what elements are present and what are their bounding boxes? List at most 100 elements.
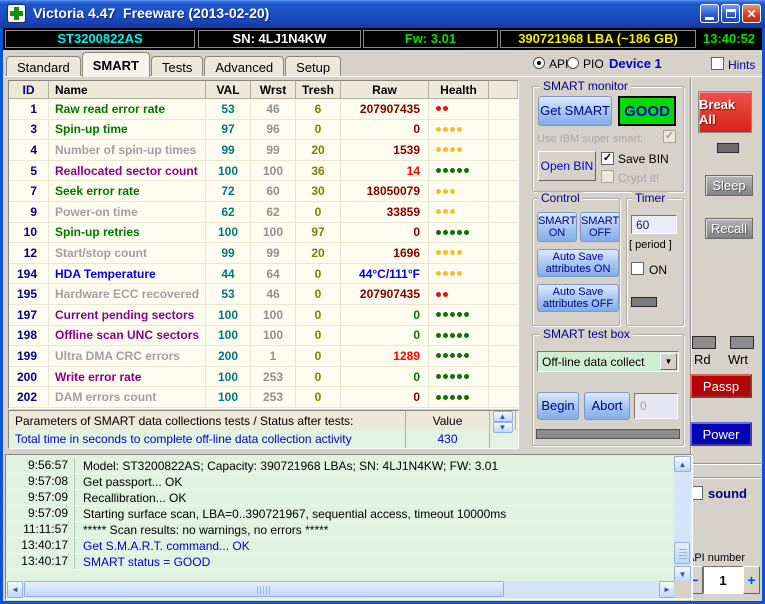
autosave-on-button[interactable]: Auto Save attributes ON (537, 249, 619, 277)
attr-wrst: 99 (251, 243, 296, 264)
log-row: 11:11:57 ***** Scan results: no warnings,… (7, 522, 673, 538)
log-scroll-left-icon[interactable]: ◄ (7, 581, 23, 598)
test-select[interactable]: Off-line data collect ▼ (537, 351, 679, 372)
smart-off-button[interactable]: SMART OFF (580, 212, 620, 242)
smart-attribute-row[interactable]: 198 Offline scan UNC sectors 100 100 0 0 (9, 325, 518, 347)
break-all-button[interactable]: Break All (698, 91, 752, 133)
save-bin-checkbox[interactable]: ✓ (601, 152, 614, 165)
tab-setup[interactable]: Setup (285, 56, 342, 77)
attr-health (429, 366, 489, 388)
attr-tresh: 0 (296, 325, 341, 347)
params-scroll-up-icon[interactable]: ▲ (492, 411, 513, 422)
attr-health (429, 99, 489, 120)
log-scroll-right-icon[interactable]: ► (659, 581, 675, 598)
smart-attribute-row[interactable]: 12 Start/stop count 99 99 20 1696 (9, 243, 518, 264)
smart-attribute-row[interactable]: 9 Power-on time 62 62 0 33859 (9, 201, 518, 223)
health-dot (443, 168, 448, 174)
smart-attribute-row[interactable]: 194 HDA Temperature 44 64 0 44°C/111°F (9, 263, 518, 285)
smart-attribute-row[interactable]: 5 Reallocated sector count 100 100 36 14 (9, 160, 518, 182)
smart-attribute-row[interactable]: 1 Raw read error rate 53 46 6 207907435 (9, 99, 518, 120)
health-dot (443, 291, 448, 297)
log-scroll-down-icon[interactable]: ▼ (674, 566, 691, 582)
attr-raw: 1289 (341, 346, 429, 367)
attr-name: Write error rate (49, 366, 206, 388)
smart-attribute-row[interactable]: 7 Seek error rate 72 60 30 18050079 (9, 181, 518, 202)
params-scroll-down-icon[interactable]: ▼ (492, 422, 513, 433)
attr-id: 5 (9, 160, 49, 182)
attr-id: 4 (9, 140, 49, 161)
pio-radio[interactable] (567, 57, 579, 69)
params-value-row[interactable]: Total time in seconds to complete off-li… (9, 430, 518, 448)
attr-tresh: 97 (296, 222, 341, 244)
smart-attribute-row[interactable]: 4 Number of spin-up times 99 99 20 1539 (9, 140, 518, 161)
health-dot (450, 374, 455, 380)
health-dot (443, 126, 448, 132)
attr-id: 200 (9, 366, 49, 388)
close-button[interactable]: ✕ (742, 4, 761, 23)
timer-title: Timer (632, 192, 669, 204)
health-dot (450, 147, 455, 153)
attr-id: 1 (9, 99, 49, 120)
panel-divider-2 (691, 477, 761, 478)
autosave-off-button[interactable]: Auto Save attributes OFF (537, 284, 619, 312)
smart-attribute-row[interactable]: 10 Spin-up retries 100 100 97 0 (9, 222, 518, 244)
api-radio[interactable] (533, 57, 545, 69)
abort-button[interactable]: Abort (584, 392, 630, 420)
attr-filler (489, 181, 518, 202)
log-horizontal-scrollbar[interactable]: ◄ ► (7, 581, 675, 598)
smart-attribute-row[interactable]: 197 Current pending sectors 100 100 0 0 (9, 304, 518, 326)
get-smart-button[interactable]: Get SMART (538, 96, 612, 126)
tab-smart[interactable]: SMART (81, 52, 150, 77)
attr-name: Power-on time (49, 201, 206, 223)
log-vscroll-thumb[interactable] (674, 542, 690, 564)
tab-tests[interactable]: Tests (150, 56, 204, 77)
attr-health (429, 181, 489, 202)
minimize-button[interactable] (700, 4, 719, 23)
passp-button[interactable]: Passp (690, 374, 752, 398)
health-dot (436, 188, 441, 194)
attr-filler (489, 387, 518, 408)
health-dot (450, 188, 455, 194)
header-filler (489, 81, 518, 99)
attr-wrst: 96 (251, 119, 296, 141)
save-bin-label: Save BIN (618, 152, 669, 166)
attr-wrst: 100 (251, 325, 296, 347)
sleep-button[interactable]: Sleep (705, 175, 753, 196)
smart-attribute-row[interactable]: 199 Ultra DMA CRC errors 200 1 0 1289 (9, 346, 518, 367)
api-number-plus-button[interactable]: + (743, 566, 760, 594)
dropdown-arrow-icon[interactable]: ▼ (660, 353, 677, 370)
header-id: ID (9, 81, 49, 99)
tab-standard[interactable]: Standard (6, 56, 81, 77)
health-dot (464, 229, 469, 235)
attr-val: 72 (206, 181, 251, 202)
timer-period-input[interactable]: 60 (631, 215, 677, 234)
header-health: Health (429, 81, 489, 99)
log-row: 13:40:17 Get S.M.A.R.T. command... OK (7, 538, 673, 554)
log-scroll-up-icon[interactable]: ▲ (674, 456, 691, 472)
smart-attribute-row[interactable]: 200 Write error rate 100 253 0 0 (9, 366, 518, 388)
open-bin-button[interactable]: Open BIN (538, 151, 596, 181)
tab-advanced[interactable]: Advanced (204, 56, 285, 77)
smart-attribute-row[interactable]: 3 Spin-up time 97 96 0 0 (9, 119, 518, 141)
smart-attribute-row[interactable]: 195 Hardware ECC recovered 53 46 0 207907435 (9, 284, 518, 305)
attr-filler (489, 120, 518, 141)
log-hscroll-thumb[interactable] (24, 581, 504, 597)
attr-name: Ultra DMA CRC errors (49, 346, 206, 367)
control-title: Control (538, 192, 583, 204)
hints-checkbox[interactable] (711, 57, 724, 70)
maximize-button[interactable] (721, 4, 740, 23)
begin-button[interactable]: Begin (537, 392, 579, 420)
log-vertical-scrollbar[interactable]: ▲ ▼ (674, 456, 691, 582)
attr-val: 97 (206, 119, 251, 141)
attr-id: 10 (9, 222, 49, 244)
smart-on-button[interactable]: SMART ON (537, 212, 577, 242)
attr-filler (489, 346, 518, 367)
timer-period-label: [ period ] (629, 239, 672, 251)
recall-button[interactable]: Recall (705, 218, 753, 239)
timer-on-checkbox[interactable] (631, 262, 644, 275)
attr-raw: 0 (341, 119, 429, 141)
title-bar[interactable]: Victoria 4.47 Freeware (2013-02-20) ✕ (0, 0, 765, 28)
smart-attribute-row[interactable]: 202 DAM errors count 100 253 0 0 (9, 387, 518, 408)
health-dot (450, 168, 455, 174)
power-button[interactable]: Power (690, 422, 752, 446)
